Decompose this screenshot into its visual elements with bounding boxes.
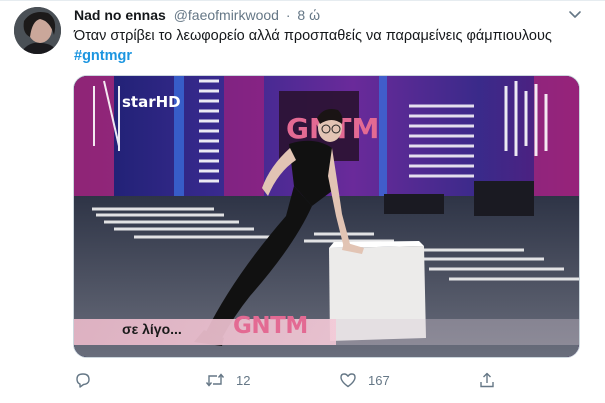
share-icon: [480, 372, 494, 388]
retweet-button[interactable]: 12: [205, 366, 250, 394]
user-handle[interactable]: @faeofmirkwood: [174, 7, 279, 23]
hashtag-link[interactable]: #gntmgr: [74, 46, 594, 66]
display-name[interactable]: Nad no ennas: [74, 7, 166, 23]
heart-icon: [340, 373, 356, 388]
reply-button[interactable]: [74, 366, 103, 394]
tweet-header: Nad no ennas @faeofmirkwood · 8 ώ: [74, 5, 320, 25]
like-button[interactable]: 167: [339, 366, 390, 394]
tweet-text: Όταν στρίβει το λεωφορείο αλλά προσπαθεί…: [74, 26, 594, 66]
reply-icon: [76, 373, 90, 388]
timestamp[interactable]: 8 ώ: [297, 7, 320, 23]
media-scene: GNTM: [74, 76, 579, 357]
retweet-count: 12: [236, 372, 251, 388]
avatar[interactable]: [14, 7, 61, 54]
tweet-media-gif[interactable]: GNTM: [73, 75, 580, 358]
like-count: 167: [368, 372, 390, 388]
tweet-body: Όταν στρίβει το λεωφορείο αλλά προσπαθεί…: [74, 28, 552, 44]
share-button[interactable]: [478, 366, 496, 394]
channel-logo: starHD: [122, 93, 181, 111]
retweet-icon: [205, 373, 225, 387]
separator-dot: ·: [285, 7, 291, 23]
tweet-card[interactable]: Nad no ennas @faeofmirkwood · 8 ώ Όταν σ…: [0, 0, 605, 403]
banner-text: σε λίγο...: [122, 321, 182, 337]
chevron-down-icon[interactable]: [566, 5, 584, 23]
banner-logo: GNTM: [233, 313, 308, 339]
tweet-actions: 12 167: [0, 366, 605, 394]
